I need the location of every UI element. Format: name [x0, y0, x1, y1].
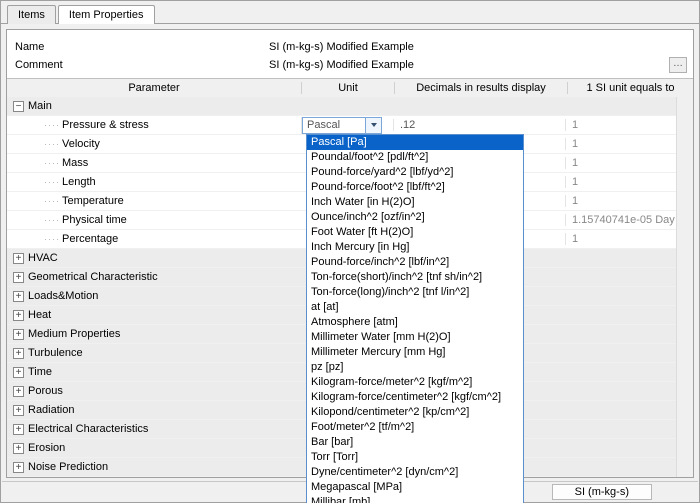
param-name: Physical time — [62, 214, 127, 226]
group-label: Porous — [28, 385, 63, 397]
group-label: Radiation — [28, 404, 74, 416]
name-label: Name — [15, 41, 269, 53]
tab-item-properties[interactable]: Item Properties — [58, 5, 155, 24]
expand-icon[interactable]: + — [13, 405, 24, 416]
si-equals-cell: 1 — [565, 195, 693, 207]
comment-label: Comment — [15, 59, 269, 71]
param-name: Mass — [62, 157, 88, 169]
dropdown-option[interactable]: Ton-force(long)/inch^2 [tnf l/in^2] — [307, 285, 523, 300]
group-label: Turbulence — [28, 347, 83, 359]
dropdown-option[interactable]: Pound-force/yard^2 [lbf/yd^2] — [307, 165, 523, 180]
group-label: Main — [28, 100, 52, 112]
dropdown-option[interactable]: Pascal [Pa] — [307, 135, 523, 150]
unit-combobox[interactable]: Pascal — [302, 117, 382, 134]
dropdown-option[interactable]: Kilopond/centimeter^2 [kp/cm^2] — [307, 405, 523, 420]
expand-icon[interactable]: + — [13, 310, 24, 321]
tree-connector-icon: ···· — [44, 215, 60, 225]
si-equals-cell: 1 — [565, 233, 693, 245]
col-parameter[interactable]: Parameter — [7, 82, 301, 94]
param-name: Velocity — [62, 138, 100, 150]
dropdown-option[interactable]: Torr [Torr] — [307, 450, 523, 465]
tab-strip: Items Item Properties — [1, 1, 699, 24]
dropdown-option[interactable]: Pound-force/inch^2 [lbf/in^2] — [307, 255, 523, 270]
dropdown-option[interactable]: Foot Water [ft H(2)O] — [307, 225, 523, 240]
dropdown-option[interactable]: Kilogram-force/meter^2 [kgf/m^2] — [307, 375, 523, 390]
group-label: Electrical Characteristics — [28, 423, 148, 435]
expand-icon[interactable]: + — [13, 253, 24, 264]
unit-combobox-button[interactable] — [365, 118, 381, 133]
group-label: Heat — [28, 309, 51, 321]
expand-icon[interactable]: + — [13, 462, 24, 473]
dropdown-option[interactable]: Ton-force(short)/inch^2 [tnf sh/in^2] — [307, 270, 523, 285]
si-equals-cell: 1 — [565, 138, 693, 150]
expand-icon[interactable]: + — [13, 424, 24, 435]
group-main[interactable]: −Main — [7, 97, 693, 116]
expand-icon[interactable]: + — [13, 291, 24, 302]
dropdown-option[interactable]: Millibar [mb] — [307, 495, 523, 503]
comment-value: SI (m-kg-s) Modified Example — [269, 59, 669, 71]
expand-icon[interactable]: + — [13, 329, 24, 340]
dropdown-option[interactable]: Inch Water [in H(2)O] — [307, 195, 523, 210]
param-name: Temperature — [62, 195, 124, 207]
dropdown-option[interactable]: Foot/meter^2 [tf/m^2] — [307, 420, 523, 435]
window: Items Item Properties Name SI (m-kg-s) M… — [0, 0, 700, 503]
page-body: Name SI (m-kg-s) Modified Example Commen… — [6, 29, 694, 478]
group-label: Medium Properties — [28, 328, 120, 340]
dropdown-option[interactable]: pz [pz] — [307, 360, 523, 375]
vertical-scrollbar[interactable] — [676, 97, 693, 477]
tree-connector-icon: ···· — [44, 120, 60, 130]
col-unit[interactable]: Unit — [301, 82, 394, 94]
dropdown-option[interactable]: Poundal/foot^2 [pdl/ft^2] — [307, 150, 523, 165]
dropdown-option[interactable]: Atmosphere [atm] — [307, 315, 523, 330]
comment-ellipsis-button[interactable]: … — [669, 57, 687, 73]
group-label: Erosion — [28, 442, 65, 454]
dropdown-option[interactable]: Millimeter Water [mm H(2)O] — [307, 330, 523, 345]
param-name: Pressure & stress — [62, 119, 149, 131]
dropdown-option[interactable]: Dyne/centimeter^2 [dyn/cm^2] — [307, 465, 523, 480]
unit-combobox-value: Pascal — [303, 119, 365, 131]
grid-header: Parameter Unit Decimals in results displ… — [7, 79, 693, 98]
si-equals-cell: 1 — [565, 176, 693, 188]
dropdown-option[interactable]: Bar [bar] — [307, 435, 523, 450]
dropdown-option[interactable]: Millimeter Mercury [mm Hg] — [307, 345, 523, 360]
si-equals-cell: 1 — [565, 119, 693, 131]
col-si-equals[interactable]: 1 SI unit equals to — [567, 82, 693, 94]
expand-icon[interactable]: + — [13, 386, 24, 397]
param-name: Percentage — [62, 233, 118, 245]
group-label: Time — [28, 366, 52, 378]
col-decimals[interactable]: Decimals in results display — [394, 82, 567, 94]
expand-icon[interactable]: + — [13, 367, 24, 378]
tree-connector-icon: ···· — [44, 139, 60, 149]
tab-items[interactable]: Items — [7, 5, 56, 24]
name-value: SI (m-kg-s) Modified Example — [269, 41, 689, 53]
tree-connector-icon: ···· — [44, 158, 60, 168]
dropdown-option[interactable]: Kilogram-force/centimeter^2 [kgf/cm^2] — [307, 390, 523, 405]
status-unit-system[interactable]: SI (m-kg-s) — [552, 484, 652, 500]
info-block: Name SI (m-kg-s) Modified Example Commen… — [7, 30, 693, 80]
group-label: HVAC — [28, 252, 58, 264]
collapse-icon[interactable]: − — [13, 101, 24, 112]
param-name: Length — [62, 176, 96, 188]
expand-icon[interactable]: + — [13, 443, 24, 454]
dropdown-option[interactable]: Megapascal [MPa] — [307, 480, 523, 495]
group-label: Loads&Motion — [28, 290, 98, 302]
tree-connector-icon: ···· — [44, 234, 60, 244]
si-equals-cell: 1 — [565, 157, 693, 169]
dropdown-option[interactable]: Pound-force/foot^2 [lbf/ft^2] — [307, 180, 523, 195]
expand-icon[interactable]: + — [13, 348, 24, 359]
dropdown-option[interactable]: Inch Mercury [in Hg] — [307, 240, 523, 255]
decimals-cell[interactable]: .12 — [393, 119, 565, 131]
si-equals-cell: 1.15740741e-05 Day — [565, 214, 693, 226]
tree-connector-icon: ···· — [44, 177, 60, 187]
chevron-down-icon — [371, 123, 377, 127]
dropdown-option[interactable]: Ounce/inch^2 [ozf/in^2] — [307, 210, 523, 225]
param-row[interactable]: ····Pressure & stress Pascal .121 — [7, 116, 693, 135]
dropdown-option[interactable]: at [at] — [307, 300, 523, 315]
expand-icon[interactable]: + — [13, 272, 24, 283]
group-label: Geometrical Characteristic — [28, 271, 158, 283]
unit-dropdown-list[interactable]: Pascal [Pa]Poundal/foot^2 [pdl/ft^2]Poun… — [306, 134, 524, 503]
tree-connector-icon: ···· — [44, 196, 60, 206]
group-label: Noise Prediction — [28, 461, 108, 473]
